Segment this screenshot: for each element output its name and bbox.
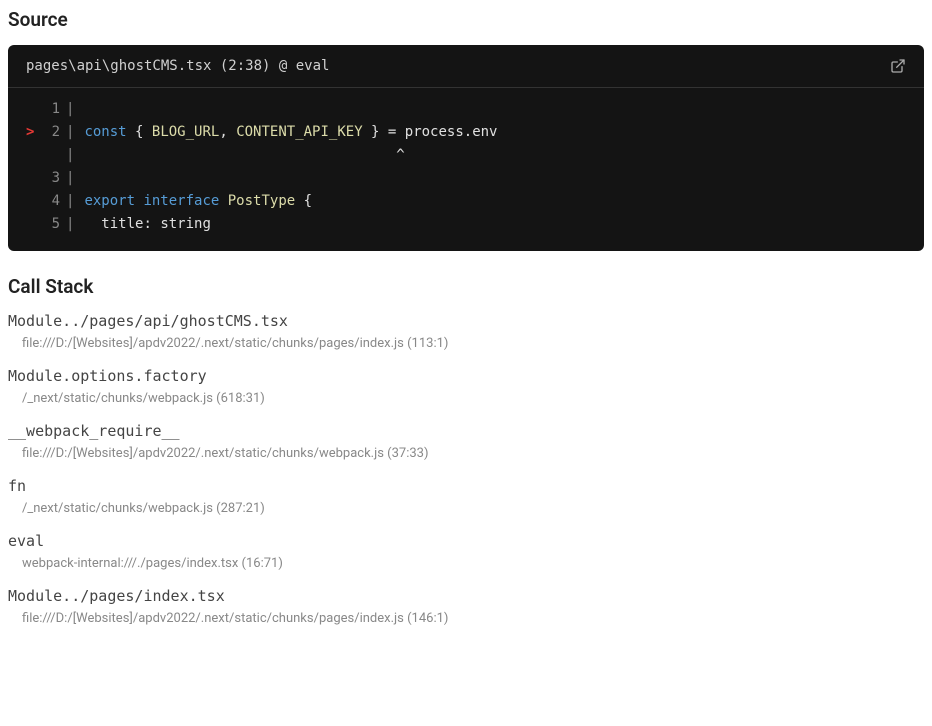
line-separator: | [66,167,74,190]
frame-location: file:///D:/[Websites]/apdv2022/.next/sta… [8,611,924,626]
frame-name: fn [8,477,924,495]
line-separator: | [66,144,74,167]
stack-frame[interactable]: eval webpack-internal:///./pages/index.ts… [8,532,924,571]
source-code-block: pages\api\ghostCMS.tsx (2:38) @ eval 1|>… [8,45,924,251]
stack-frame[interactable]: __webpack_require__ file:///D:/[Websites]… [8,422,924,461]
frame-name: Module.options.factory [8,367,924,385]
stack-frame[interactable]: fn /_next/static/chunks/webpack.js (287:2… [8,477,924,516]
line-separator: | [66,98,74,121]
frame-location: /_next/static/chunks/webpack.js (287:21) [8,501,924,516]
line-number: 3 [40,167,60,190]
code-header: pages\api\ghostCMS.tsx (2:38) @ eval [8,45,924,88]
line-content: const { BLOG_URL, CONTENT_API_KEY } = pr… [84,121,497,144]
line-separator: | [66,190,74,213]
frame-location: file:///D:/[Websites]/apdv2022/.next/sta… [8,446,924,461]
frame-location: file:///D:/[Websites]/apdv2022/.next/sta… [8,336,924,351]
error-marker: > [26,121,40,144]
callstack-list: Module../pages/api/ghostCMS.tsx file:///D… [8,312,924,626]
line-number: 2 [40,121,60,144]
code-line: >2 | const { BLOG_URL, CONTENT_API_KEY } =… [8,121,924,144]
frame-location: /_next/static/chunks/webpack.js (618:31) [8,391,924,406]
code-line: 4 | export interface PostType { [8,190,924,213]
line-content: export interface PostType { [84,190,312,213]
frame-name: Module../pages/api/ghostCMS.tsx [8,312,924,330]
code-line: 3| [8,167,924,190]
line-content: ^ [84,144,404,167]
line-separator: | [66,121,74,144]
frame-name: eval [8,532,924,550]
frame-name: Module../pages/index.tsx [8,587,924,605]
code-path: pages\api\ghostCMS.tsx (2:38) @ eval [26,58,329,74]
code-line: 5 | title: string [8,213,924,236]
line-number: 4 [40,190,60,213]
line-number: 5 [40,213,60,236]
frame-name: __webpack_require__ [8,422,924,440]
stack-frame[interactable]: Module../pages/index.tsx file:///D:/[Webs… [8,587,924,626]
code-line: | ^ [8,144,924,167]
external-link-icon[interactable] [890,58,906,74]
line-separator: | [66,213,74,236]
source-heading: Source [8,8,924,31]
line-number: 1 [40,98,60,121]
stack-frame[interactable]: Module.options.factory /_next/static/chun… [8,367,924,406]
code-body: 1|>2|const { BLOG_URL, CONTENT_API_KEY }… [8,88,924,251]
callstack-heading: Call Stack [8,275,924,298]
line-content: title: string [84,213,210,236]
code-line: 1| [8,98,924,121]
frame-location: webpack-internal:///./pages/index.tsx (1… [8,556,924,571]
stack-frame[interactable]: Module../pages/api/ghostCMS.tsx file:///D… [8,312,924,351]
